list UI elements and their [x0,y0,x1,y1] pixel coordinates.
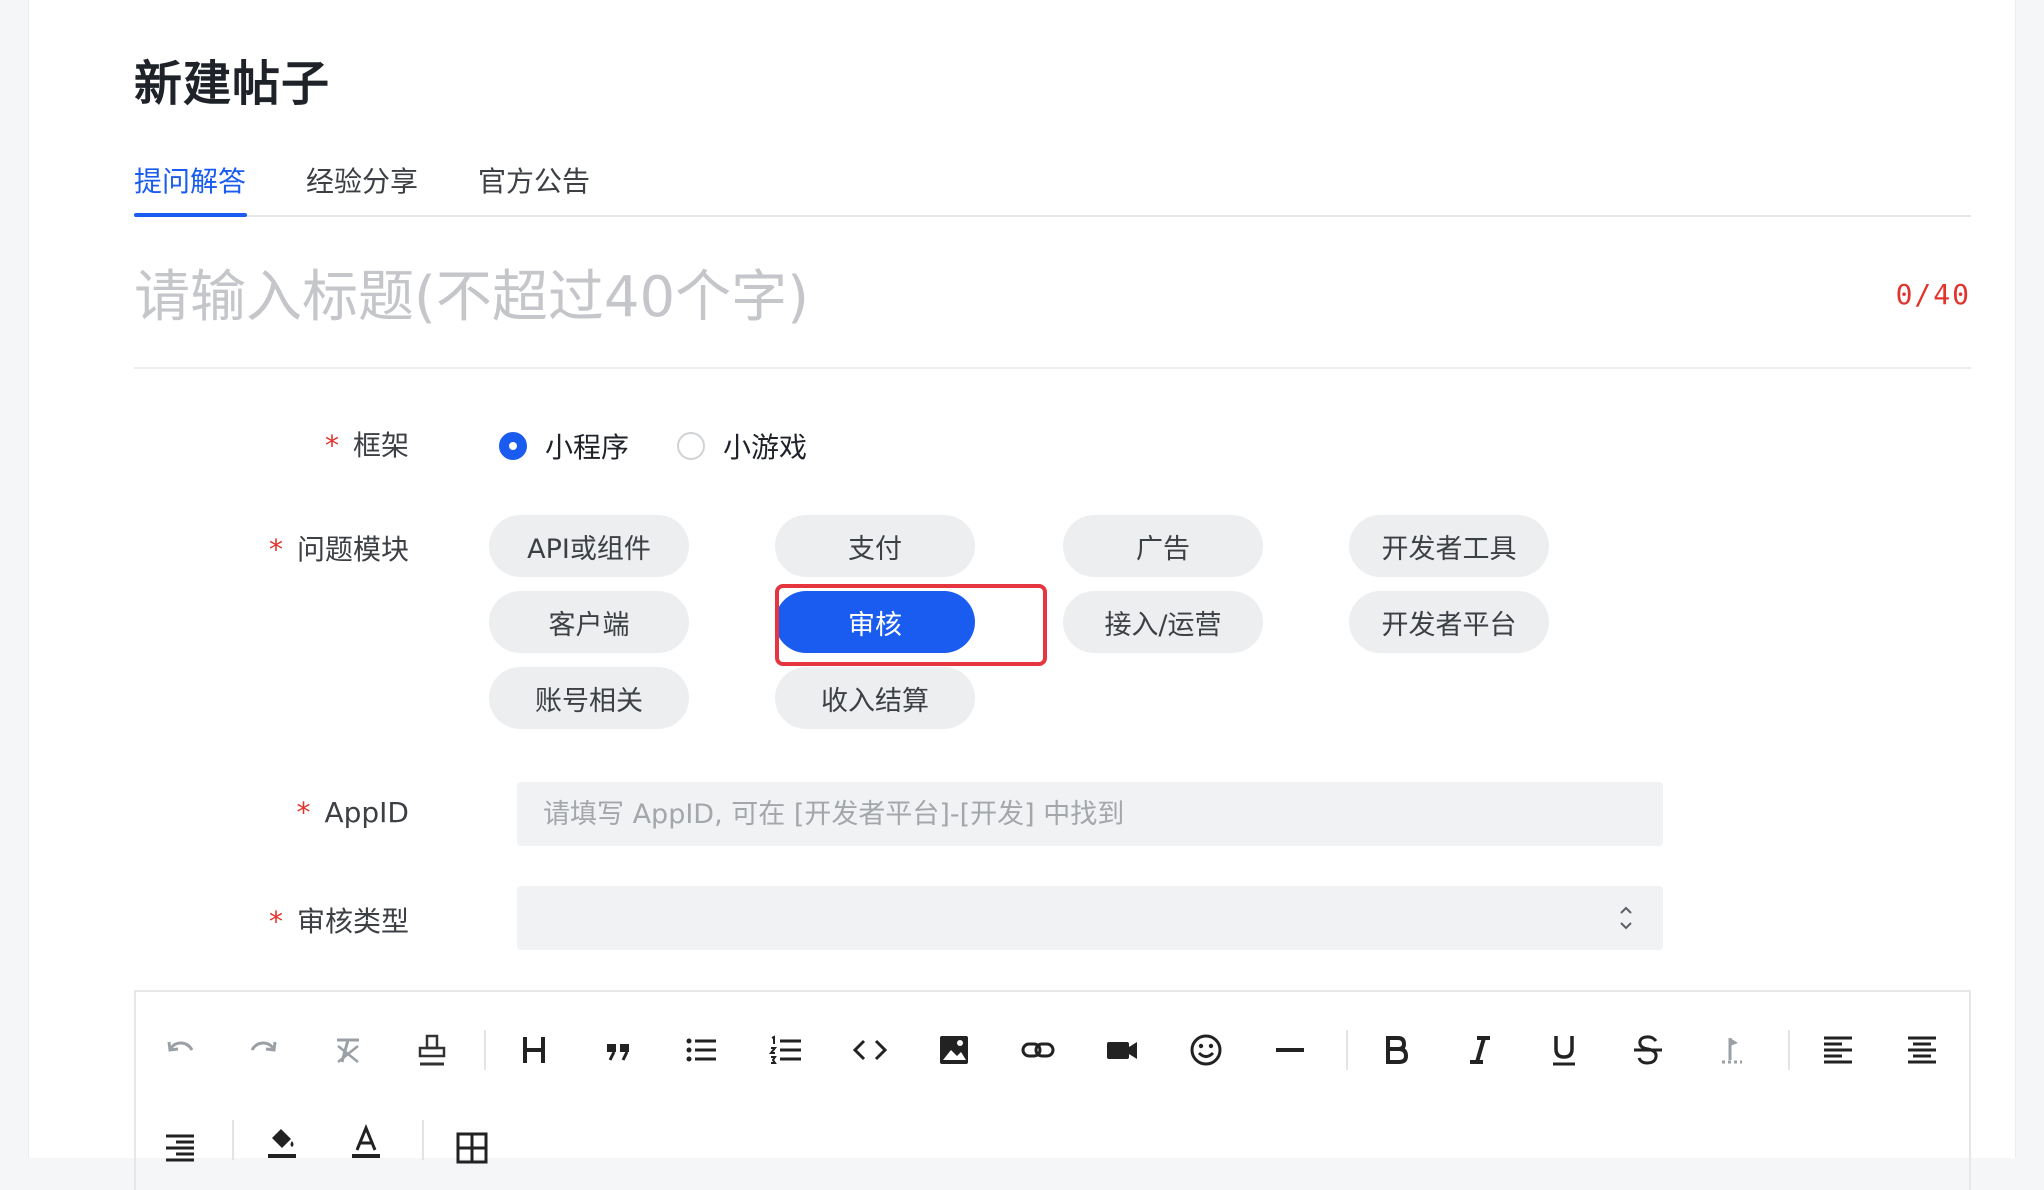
required-mark: * [268,533,283,566]
framework-label: * 框架 [324,429,409,462]
appid-input[interactable] [517,782,1663,846]
undo-icon[interactable] [156,1026,204,1074]
tab-experience[interactable]: 经验分享 [306,160,418,200]
underline-icon[interactable] [1540,1026,1588,1074]
format-painter-icon[interactable] [408,1026,456,1074]
image-icon[interactable] [930,1026,978,1074]
select-updown-icon [1620,906,1632,930]
clear-format-icon[interactable] [324,1026,372,1074]
divider-icon[interactable] [1266,1026,1314,1074]
radio-label: 小游戏 [723,431,808,464]
tab-qa[interactable]: 提问解答 [134,160,246,200]
module-chip-client[interactable]: 客户端 [489,591,689,653]
post-type-tabs: 提问解答 经验分享 官方公告 [134,152,1971,217]
video-icon[interactable] [1098,1026,1146,1074]
toolbar-separator [1788,1030,1790,1070]
radio-miniprogram[interactable]: 小程序 [499,426,629,466]
module-chip-devtools[interactable]: 开发者工具 [1349,515,1549,577]
table-icon[interactable] [448,1124,496,1172]
align-right-icon[interactable] [156,1124,204,1172]
module-chip-payment[interactable]: 支付 [775,515,975,577]
active-tab-indicator [134,213,247,217]
module-chip-access-ops[interactable]: 接入/运营 [1063,591,1263,653]
toolbar-separator [232,1120,234,1160]
required-mark: * [268,905,283,938]
title-row: 0/40 [134,252,1971,369]
rich-text-editor [134,990,1971,1190]
wand-icon[interactable] [1708,1026,1756,1074]
radio-checked-icon [499,432,527,460]
appid-label: * AppID [296,796,409,829]
module-chip-api[interactable]: API或组件 [489,515,689,577]
align-left-icon[interactable] [1814,1026,1862,1074]
italic-icon[interactable] [1456,1026,1504,1074]
module-chip-revenue[interactable]: 收入结算 [775,667,975,729]
font-color-icon[interactable] [342,1118,390,1166]
review-type-select[interactable] [517,886,1663,950]
toolbar-separator [484,1030,486,1070]
title-char-counter: 0/40 [1895,278,1971,311]
required-mark: * [324,429,339,462]
module-label: * 问题模块 [268,533,409,566]
numbered-list-icon[interactable] [762,1026,810,1074]
module-chip-devplatform[interactable]: 开发者平台 [1349,591,1549,653]
code-icon[interactable] [846,1026,894,1074]
strikethrough-icon[interactable] [1624,1026,1672,1074]
title-input[interactable] [134,262,1834,332]
radio-label: 小程序 [545,431,630,464]
required-mark: * [296,796,311,829]
radio-unchecked-icon [677,432,705,460]
link-icon[interactable] [1014,1026,1062,1074]
review-type-label: * 审核类型 [268,905,409,938]
fill-color-icon[interactable] [258,1118,306,1166]
toolbar-separator [422,1120,424,1160]
quote-icon[interactable] [594,1026,642,1074]
align-center-icon[interactable] [1898,1026,1946,1074]
module-chip-account[interactable]: 账号相关 [489,667,689,729]
page-title: 新建帖子 [134,56,331,112]
bold-icon[interactable] [1372,1026,1420,1074]
redo-icon[interactable] [240,1026,288,1074]
radio-minigame[interactable]: 小游戏 [677,426,807,466]
toolbar-separator [1346,1030,1348,1070]
bullet-list-icon[interactable] [678,1026,726,1074]
emoji-icon[interactable] [1182,1026,1230,1074]
tab-announcement[interactable]: 官方公告 [478,160,590,200]
post-editor-card: 新建帖子 提问解答 经验分享 官方公告 0/40 *框架 小程序 小游戏 *问题… [28,0,2016,1190]
module-chip-review[interactable]: 审核 [775,591,975,653]
heading-icon[interactable] [510,1026,558,1074]
module-chip-ads[interactable]: 广告 [1063,515,1263,577]
